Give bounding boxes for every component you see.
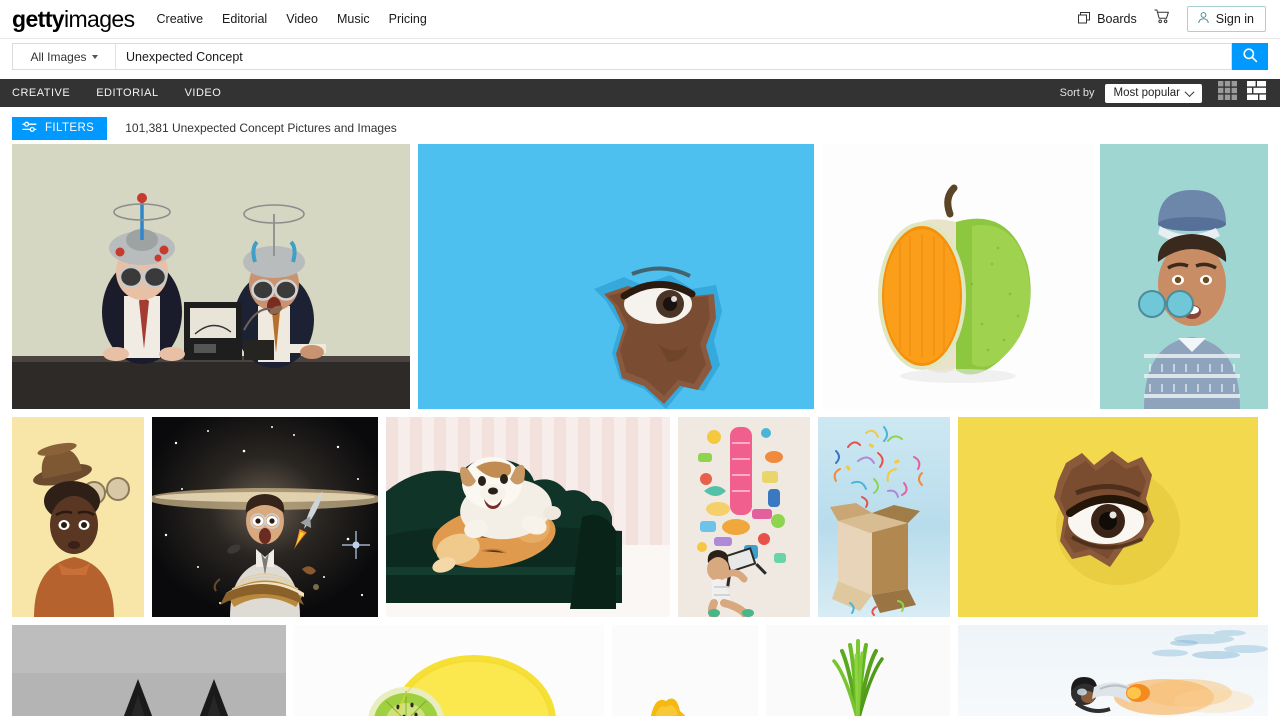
image-green-apple-orange-inside[interactable] bbox=[822, 144, 1092, 409]
tab-video[interactable]: VIDEO bbox=[185, 87, 222, 99]
grid-row bbox=[12, 625, 1268, 716]
cart-icon bbox=[1154, 9, 1170, 29]
image-woman-floating-hat-glasses[interactable] bbox=[12, 417, 144, 617]
search-field-wrapper: All Images bbox=[12, 43, 1232, 70]
mosaic-view-icon bbox=[1246, 80, 1267, 106]
sort-and-view-controls: Sort by Most popular bbox=[1060, 79, 1268, 107]
image-box-confetti-explosion[interactable] bbox=[818, 417, 950, 617]
sort-dropdown[interactable]: Most popular bbox=[1104, 83, 1202, 103]
image-man-floating-cap-sunglasses[interactable] bbox=[1100, 144, 1268, 409]
category-nav-bar: CREATIVE EDITORIAL VIDEO Sort by Most po… bbox=[0, 79, 1280, 107]
sign-in-label: Sign in bbox=[1215, 12, 1254, 26]
sort-value: Most popular bbox=[1113, 87, 1180, 99]
logo-bold-text: getty bbox=[12, 5, 65, 32]
chevron-down-icon bbox=[91, 54, 98, 59]
image-bulldog-cat-on-sofa[interactable] bbox=[386, 417, 670, 617]
search-input[interactable] bbox=[116, 44, 1231, 69]
header-actions: Boards Sign in bbox=[1077, 6, 1266, 32]
filter-bar: FILTERS 101,381 Unexpected Concept Pictu… bbox=[0, 112, 1280, 144]
view-mode-toggles bbox=[1216, 79, 1268, 107]
top-header: gettyimages Creative Editorial Video Mus… bbox=[0, 0, 1280, 39]
search-type-label: All Images bbox=[30, 49, 87, 64]
image-boy-magic-book-space[interactable] bbox=[152, 417, 378, 617]
grid-row bbox=[12, 417, 1268, 617]
chevron-down-icon bbox=[1184, 86, 1195, 97]
category-tabs: CREATIVE EDITORIAL VIDEO bbox=[12, 87, 221, 99]
nav-item-music[interactable]: Music bbox=[337, 12, 370, 26]
nav-item-video[interactable]: Video bbox=[286, 12, 318, 26]
result-count-text: 101,381 Unexpected Concept Pictures and … bbox=[125, 121, 397, 135]
boards-label: Boards bbox=[1097, 12, 1137, 26]
image-jetpack-flyer-sky[interactable] bbox=[958, 625, 1268, 716]
image-eye-through-blue-paper[interactable] bbox=[418, 144, 814, 409]
tab-editorial[interactable]: EDITORIAL bbox=[96, 87, 158, 99]
search-submit-button[interactable] bbox=[1232, 43, 1268, 70]
nav-item-editorial[interactable]: Editorial bbox=[222, 12, 267, 26]
logo-light-text: images bbox=[63, 5, 135, 32]
search-bar: All Images bbox=[0, 43, 1280, 74]
sign-in-button[interactable]: Sign in bbox=[1186, 6, 1266, 32]
grid-view-button[interactable] bbox=[1216, 79, 1239, 107]
tab-creative[interactable]: CREATIVE bbox=[12, 87, 70, 99]
getty-images-logo[interactable]: gettyimages bbox=[12, 5, 135, 32]
search-icon bbox=[1242, 47, 1258, 66]
image-green-wheatgrass[interactable] bbox=[766, 625, 950, 716]
boards-icon bbox=[1077, 11, 1091, 28]
cart-button[interactable] bbox=[1154, 9, 1170, 29]
image-yellow-object-white[interactable] bbox=[612, 625, 758, 716]
image-eye-through-yellow-paper[interactable] bbox=[958, 417, 1258, 617]
mosaic-view-button[interactable] bbox=[1245, 79, 1268, 107]
image-lemon-kiwi-hybrid[interactable] bbox=[294, 625, 604, 716]
filters-label: FILTERS bbox=[45, 122, 95, 134]
main-navigation: Creative Editorial Video Music Pricing bbox=[157, 12, 427, 26]
filters-button[interactable]: FILTERS bbox=[12, 116, 108, 140]
person-icon bbox=[1197, 11, 1210, 27]
image-results-grid bbox=[0, 144, 1280, 716]
sort-by-label: Sort by bbox=[1059, 87, 1095, 99]
boards-link[interactable]: Boards bbox=[1077, 11, 1137, 28]
image-boys-scientists-helmets[interactable] bbox=[12, 144, 410, 409]
search-type-dropdown[interactable]: All Images bbox=[13, 44, 116, 69]
image-woman-summer-items-avalanche[interactable] bbox=[678, 417, 810, 617]
image-black-cat-ears-gray[interactable] bbox=[12, 625, 286, 716]
nav-item-pricing[interactable]: Pricing bbox=[389, 12, 427, 26]
sliders-icon bbox=[22, 121, 37, 136]
grid-view-icon bbox=[1217, 80, 1238, 106]
grid-row bbox=[12, 144, 1268, 409]
nav-item-creative[interactable]: Creative bbox=[157, 12, 204, 26]
